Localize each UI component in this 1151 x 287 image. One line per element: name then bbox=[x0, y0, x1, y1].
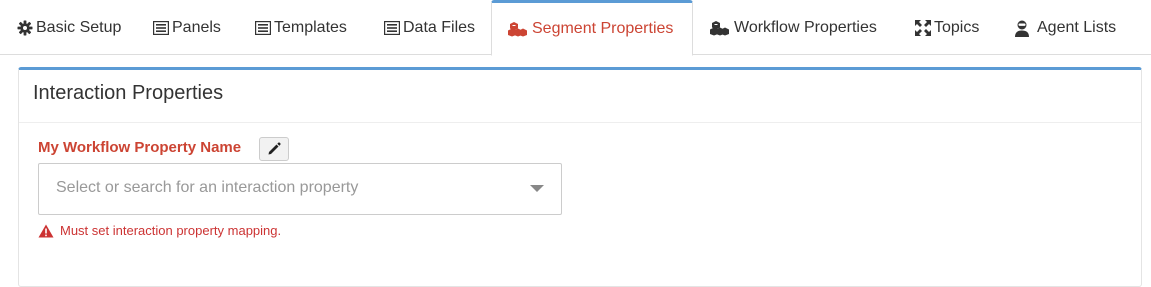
tab-label: Workflow Properties bbox=[734, 18, 877, 36]
tab-label: Topics bbox=[934, 18, 980, 36]
cubes-icon bbox=[506, 20, 530, 38]
tab-topics[interactable]: Topics bbox=[914, 0, 979, 55]
list-icon bbox=[383, 19, 401, 37]
gear-icon bbox=[16, 19, 34, 37]
interaction-properties-panel: Interaction Properties My Workflow Prope… bbox=[18, 67, 1142, 287]
tab-label: Segment Properties bbox=[532, 20, 674, 37]
tab-panels[interactable]: Panels bbox=[152, 0, 221, 55]
tab-label: Basic Setup bbox=[36, 18, 122, 36]
field-label: My Workflow Property Name bbox=[38, 139, 242, 156]
list-icon bbox=[152, 19, 170, 37]
tab-label: Data Files bbox=[403, 18, 476, 36]
cubes-icon bbox=[708, 19, 732, 37]
interaction-property-select[interactable]: Select or search for an interaction prop… bbox=[38, 163, 562, 215]
tab-label: Templates bbox=[274, 18, 347, 36]
select-placeholder: Select or search for an interaction prop… bbox=[56, 179, 359, 196]
pencil-icon bbox=[267, 142, 281, 156]
agent-icon bbox=[1013, 19, 1031, 37]
tab-workflow-properties[interactable]: Workflow Properties bbox=[708, 0, 877, 55]
tab-label: Agent Lists bbox=[1037, 18, 1117, 36]
tab-segment-properties[interactable]: Segment Properties bbox=[491, 0, 693, 56]
list-icon bbox=[254, 19, 272, 37]
edit-property-name-button[interactable] bbox=[259, 137, 289, 161]
error-text: Must set interaction property mapping. bbox=[60, 223, 282, 238]
expand-icon bbox=[914, 19, 932, 37]
caret-down-icon bbox=[530, 185, 544, 192]
tab-label: Panels bbox=[172, 18, 221, 36]
warning-icon bbox=[38, 224, 54, 238]
tab-bar: Basic Setup Panels Templates Data Files … bbox=[0, 0, 1151, 56]
tab-templates[interactable]: Templates bbox=[254, 0, 347, 55]
validation-error: Must set interaction property mapping. bbox=[38, 223, 281, 238]
panel-header: Interaction Properties bbox=[19, 70, 1141, 123]
tab-basic-setup[interactable]: Basic Setup bbox=[16, 0, 121, 55]
tab-data-files[interactable]: Data Files bbox=[383, 0, 475, 55]
tab-agent-lists[interactable]: Agent Lists bbox=[1013, 0, 1116, 55]
panel-title: Interaction Properties bbox=[33, 82, 224, 104]
